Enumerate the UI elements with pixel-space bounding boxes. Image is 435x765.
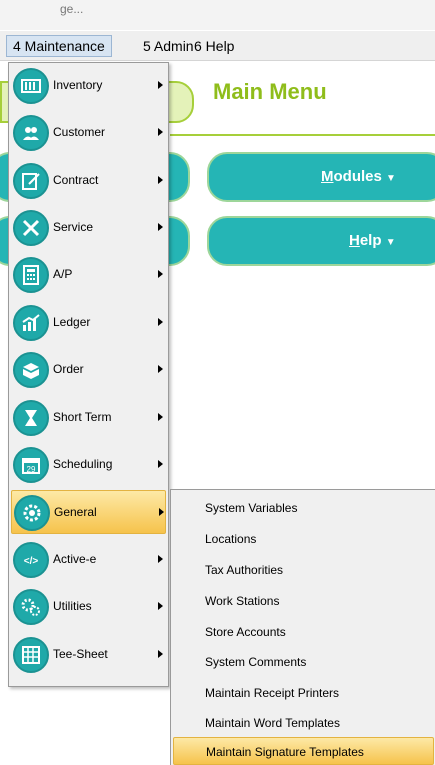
inventory-icon [13,68,49,104]
menu-item-label: Ledger [53,315,91,329]
menu-item-label: Utilities [53,599,92,613]
submenu-item-store-accounts[interactable]: Store Accounts [173,618,434,646]
submenu-item-label: Tax Authorities [205,563,284,577]
submenu-arrow-icon [158,365,163,373]
window-title-fragment: ge... [60,2,84,16]
submenu-item-system-comments[interactable]: System Comments [173,648,434,676]
calculator-icon [13,257,49,293]
menu-item-label: Customer [53,125,106,139]
submenu-arrow-icon [158,602,163,610]
submenu-item-label: Work Stations [205,594,280,608]
menu-item-label: Service [53,220,94,234]
submenu-item-maintain-signature-templates[interactable]: Maintain Signature Templates [173,737,434,765]
menu-item-active-e[interactable]: </> Active-e [11,538,166,582]
menu-item-customer[interactable]: Customer [11,111,166,155]
menu-bar: 4 Maintenance 5 Admin 6 Help [0,31,435,61]
menu-item-order[interactable]: Order [11,348,166,392]
menu-item-label: Contract [53,173,99,187]
contract-icon [13,163,49,199]
menubar-maintenance[interactable]: 4 Maintenance [6,35,112,57]
menu-item-tee-sheet[interactable]: Tee-Sheet [11,633,166,677]
menu-item-label: Short Term [53,410,112,424]
menu-item-label: Tee-Sheet [53,647,108,661]
menubar-help[interactable]: 6 Help [188,35,240,57]
title-divider [170,134,435,136]
svg-text:</>: </> [24,556,39,567]
submenu-arrow-icon [158,81,163,89]
code-icon: </> [13,542,49,578]
submenu-item-system-variables[interactable]: System Variables [173,494,434,522]
modules-button[interactable]: Modules ▼ [207,152,435,202]
help-button-label: Help ▼ [349,232,396,249]
gear-icon [14,495,50,531]
chevron-down-icon: ▼ [385,237,396,248]
menu-item-general[interactable]: General [11,490,166,534]
submenu-item-label: System Variables [205,501,298,515]
submenu-item-maintain-receipt-printers[interactable]: Maintain Receipt Printers [173,679,434,707]
order-icon [13,352,49,388]
page-title: Main Menu [213,79,327,104]
menu-item-utilities[interactable]: Utilities [11,585,166,629]
title-bar: ge... [0,0,435,30]
menu-item-label: A/P [53,267,73,281]
menu-item-label: Inventory [53,78,103,92]
ledger-icon [13,305,49,341]
submenu-item-label: Maintain Signature Templates [206,745,364,759]
menu-item-label: Active-e [53,552,97,566]
menu-item-service[interactable]: Service [11,206,166,250]
submenu-arrow-icon [158,223,163,231]
maintenance-menu: Inventory Customer Contract Service A/P … [8,62,169,687]
submenu-item-label: Store Accounts [205,625,286,639]
menu-item-label: General [54,505,97,519]
menu-item-label: Order [53,362,84,376]
submenu-item-label: Maintain Word Templates [205,716,340,730]
menu-item-label: Scheduling [53,457,113,471]
general-submenu: System Variables Locations Tax Authoriti… [170,489,435,765]
submenu-item-work-stations[interactable]: Work Stations [173,587,434,615]
menu-item-scheduling[interactable]: 29 Scheduling [11,443,166,487]
modules-button-label: Modules ▼ [321,168,396,185]
submenu-item-label: Maintain Receipt Printers [205,686,340,700]
submenu-arrow-icon [158,128,163,136]
calendar-icon: 29 [13,447,49,483]
chevron-down-icon: ▼ [386,173,396,184]
menu-item-ap[interactable]: A/P [11,253,166,297]
help-button[interactable]: Help ▼ [207,216,435,266]
submenu-arrow-icon [158,318,163,326]
submenu-arrow-icon [158,460,163,468]
submenu-arrow-icon [158,650,163,658]
hourglass-icon [13,400,49,436]
service-icon [13,210,49,246]
submenu-arrow-icon [159,508,164,516]
submenu-item-tax-authorities[interactable]: Tax Authorities [173,556,434,584]
submenu-arrow-icon [158,413,163,421]
submenu-item-label: Locations [205,532,257,546]
submenu-item-maintain-word-templates[interactable]: Maintain Word Templates [173,709,434,737]
svg-text:29: 29 [27,465,36,474]
menu-item-ledger[interactable]: Ledger [11,301,166,345]
menu-item-contract[interactable]: Contract [11,159,166,203]
utilities-icon [13,589,49,625]
submenu-arrow-icon [158,555,163,563]
submenu-item-locations[interactable]: Locations [173,525,434,553]
submenu-arrow-icon [158,270,163,278]
menu-item-short-term[interactable]: Short Term [11,396,166,440]
customer-icon [13,115,49,151]
submenu-item-label: System Comments [205,655,307,669]
submenu-arrow-icon [158,176,163,184]
tee-sheet-icon [13,637,49,673]
menu-item-inventory[interactable]: Inventory [11,64,166,108]
